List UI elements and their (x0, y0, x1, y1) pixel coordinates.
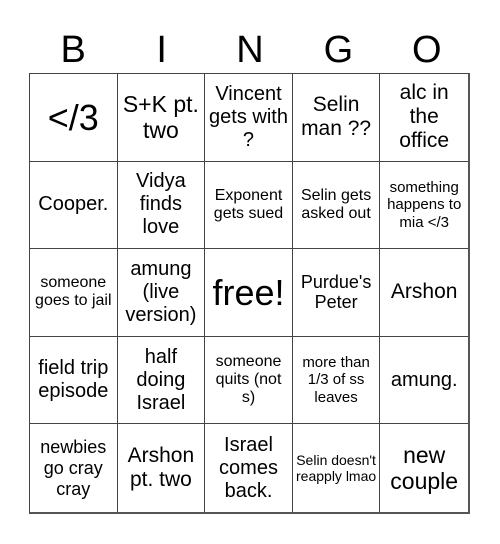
bingo-cell[interactable]: newbies go cray cray (30, 424, 118, 512)
bingo-cell[interactable]: more than 1/3 of ss leaves (292, 336, 381, 425)
header-letter-b: B (60, 29, 86, 71)
free-space-cell[interactable]: free! (205, 249, 293, 337)
bingo-cell[interactable]: Vidya finds love (117, 161, 206, 250)
bingo-cell[interactable]: Selin man ?? (292, 74, 381, 162)
bingo-cell[interactable]: someone quits (not s) (205, 336, 293, 425)
bingo-cell[interactable]: Exponent gets sued (205, 161, 293, 250)
bingo-cell[interactable]: S+K pt. two (117, 74, 206, 162)
bingo-cell[interactable]: Vincent gets with ? (205, 74, 293, 162)
bingo-cell[interactable]: </3 (30, 74, 118, 162)
bingo-cell[interactable]: Arshon pt. two (118, 424, 206, 512)
bingo-cell[interactable]: Israel comes back. (205, 424, 293, 512)
bingo-cell[interactable]: something happens to mia </3 (380, 162, 468, 250)
bingo-cell[interactable]: amung (live version) (117, 249, 206, 337)
header-letter-n: N (236, 29, 264, 71)
bingo-cell[interactable]: half doing Israel (117, 336, 206, 425)
bingo-cell[interactable]: field trip episode (30, 336, 118, 425)
bingo-cell[interactable]: alc in the office (380, 74, 468, 162)
header-letter-g: G (323, 29, 354, 71)
bingo-grid: </3 S+K pt. two Vincent gets with ? Seli… (29, 73, 470, 514)
bingo-cell[interactable]: Selin gets asked out (292, 161, 381, 250)
bingo-cell[interactable]: someone goes to jail (30, 249, 118, 337)
bingo-cell[interactable]: new couple (380, 424, 468, 512)
bingo-cell[interactable]: Arshon (380, 249, 468, 337)
bingo-header: B I N G O (29, 28, 471, 72)
bingo-cell[interactable]: Purdue's Peter (292, 249, 381, 337)
bingo-cell[interactable]: Cooper. (30, 161, 118, 250)
header-letter-i: I (156, 29, 167, 71)
header-letter-o: O (412, 29, 442, 71)
bingo-cell[interactable]: amung. (380, 337, 468, 425)
bingo-cell[interactable]: Selin doesn't reapply lmao (293, 424, 381, 512)
